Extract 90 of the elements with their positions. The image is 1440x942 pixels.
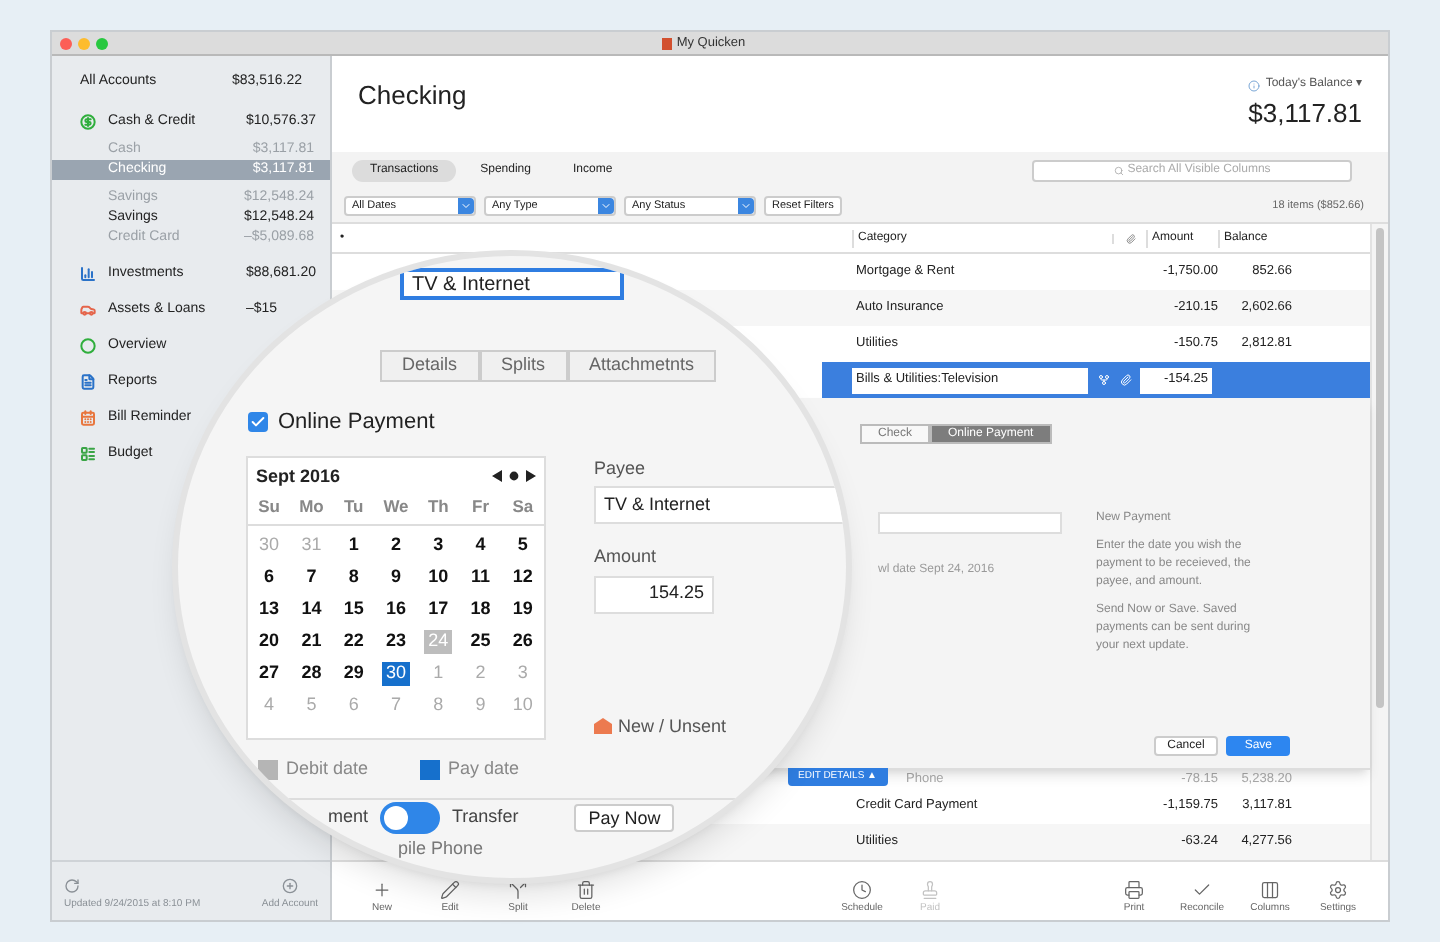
search-icon: [1113, 166, 1124, 177]
scrollbar[interactable]: [1370, 224, 1388, 861]
checkmark-icon: [1192, 880, 1212, 901]
calendar-day[interactable]: 19: [508, 597, 537, 622]
calendar-day[interactable]: 15: [339, 597, 368, 622]
weekday-label: Fr: [470, 494, 492, 520]
bar-chart-icon: [80, 266, 96, 282]
balance-amount: $3,117.81: [1248, 96, 1362, 132]
checkbox-label: Online Payment: [278, 408, 435, 438]
calendar-day[interactable]: 26: [508, 629, 537, 654]
weekday-label: Tu: [341, 494, 366, 520]
calendar-day[interactable]: 21: [297, 629, 326, 654]
calendar-day[interactable]: 9: [381, 565, 410, 590]
zoom-icon[interactable]: [96, 37, 108, 49]
weekday-label: We: [381, 494, 411, 520]
attachment-icon[interactable]: [1120, 374, 1132, 387]
calendar-day[interactable]: 11: [466, 565, 495, 590]
attachment-icon: [1125, 233, 1135, 244]
plus-icon: [372, 880, 392, 901]
date-field[interactable]: [878, 512, 1062, 535]
clock-icon: [852, 880, 872, 901]
calendar-day[interactable]: 23: [381, 629, 410, 654]
list-icon: [80, 446, 96, 462]
amount-label: Amount: [594, 544, 659, 570]
calendar-day[interactable]: 29: [339, 661, 368, 686]
calendar-day[interactable]: 20: [255, 629, 284, 654]
detail-tab[interactable]: Splits: [479, 350, 568, 382]
ring-icon: [80, 338, 96, 354]
calendar-day[interactable]: 7: [297, 565, 326, 590]
payment-status: New / Unsent: [618, 713, 727, 739]
calendar-day[interactable]: 6: [255, 565, 284, 590]
chevron-icon: [740, 200, 752, 213]
month-nav-icon[interactable]: [492, 470, 536, 483]
legend-label: Debit date: [286, 756, 369, 782]
next-row-text: pile Phone: [398, 835, 486, 862]
calendar-day[interactable]: 13: [255, 597, 284, 622]
calendar-day[interactable]: 4: [466, 533, 495, 558]
dollar-icon: [80, 114, 96, 130]
payee-row-field[interactable]: TV & Internet: [400, 268, 624, 300]
trash-icon: [576, 880, 596, 901]
calendar-day[interactable]: 22: [339, 629, 368, 654]
payment-toggle[interactable]: [380, 801, 441, 833]
payee-label: Payee: [594, 455, 648, 482]
car-icon: [80, 302, 96, 318]
toggle-right-label: Transfer: [452, 803, 519, 830]
amount-field[interactable]: 154.25: [594, 575, 714, 613]
calendar-day[interactable]: 30: [381, 661, 410, 686]
calendar-day[interactable]: 1: [339, 533, 368, 558]
app-logo-icon: [662, 37, 673, 49]
pay-now-button[interactable]: Pay Now: [574, 803, 675, 831]
weekday-label: Th: [425, 494, 451, 520]
toggle-left-label: ment: [328, 803, 369, 830]
checkbox[interactable]: [248, 412, 268, 433]
detail-tab[interactable]: Attachmetnts: [567, 350, 717, 382]
payee-field[interactable]: TV & Internet: [594, 486, 846, 524]
calendar-day[interactable]: 27: [255, 661, 284, 686]
detail-tab[interactable]: Details: [380, 350, 480, 382]
settings-icon: [1328, 880, 1348, 901]
calendar-day[interactable]: 5: [508, 533, 537, 558]
envelope-icon: [594, 718, 612, 735]
document-icon: [80, 374, 96, 390]
calendar-day[interactable]: 25: [466, 629, 495, 654]
chevron-icon: [460, 200, 472, 213]
account-title: Checking: [358, 78, 467, 114]
calendar-day[interactable]: 16: [381, 597, 410, 622]
columns-icon: [1260, 880, 1280, 901]
calendar-day[interactable]: 10: [424, 565, 453, 590]
close-icon[interactable]: [60, 37, 72, 49]
calendar-icon: [80, 410, 96, 426]
weekday-label: Su: [256, 494, 282, 520]
weekday-label: Sa: [510, 494, 536, 520]
weekday-label: Mo: [297, 494, 326, 520]
calendar-day[interactable]: 8: [339, 565, 368, 590]
calendar-month: Sept 2016: [256, 463, 341, 490]
calendar-day[interactable]: 3: [424, 533, 453, 558]
calendar-day[interactable]: 17: [424, 597, 453, 622]
legend-label: Pay date: [448, 756, 520, 782]
calendar-day[interactable]: 28: [297, 661, 326, 686]
calendar-day[interactable]: 14: [297, 597, 326, 622]
printer-icon: [1124, 880, 1144, 901]
calendar-day[interactable]: 2: [381, 533, 410, 558]
info-icon: [1247, 79, 1260, 91]
calendar-day[interactable]: 18: [466, 597, 495, 622]
chevron-icon: [600, 200, 612, 213]
refresh-icon[interactable]: [64, 877, 80, 893]
pencil-icon: [440, 880, 460, 901]
add-icon[interactable]: [281, 877, 298, 893]
split-icon[interactable]: [1098, 374, 1110, 387]
calendar-day[interactable]: 12: [508, 565, 537, 590]
stamp-icon: [920, 880, 940, 901]
